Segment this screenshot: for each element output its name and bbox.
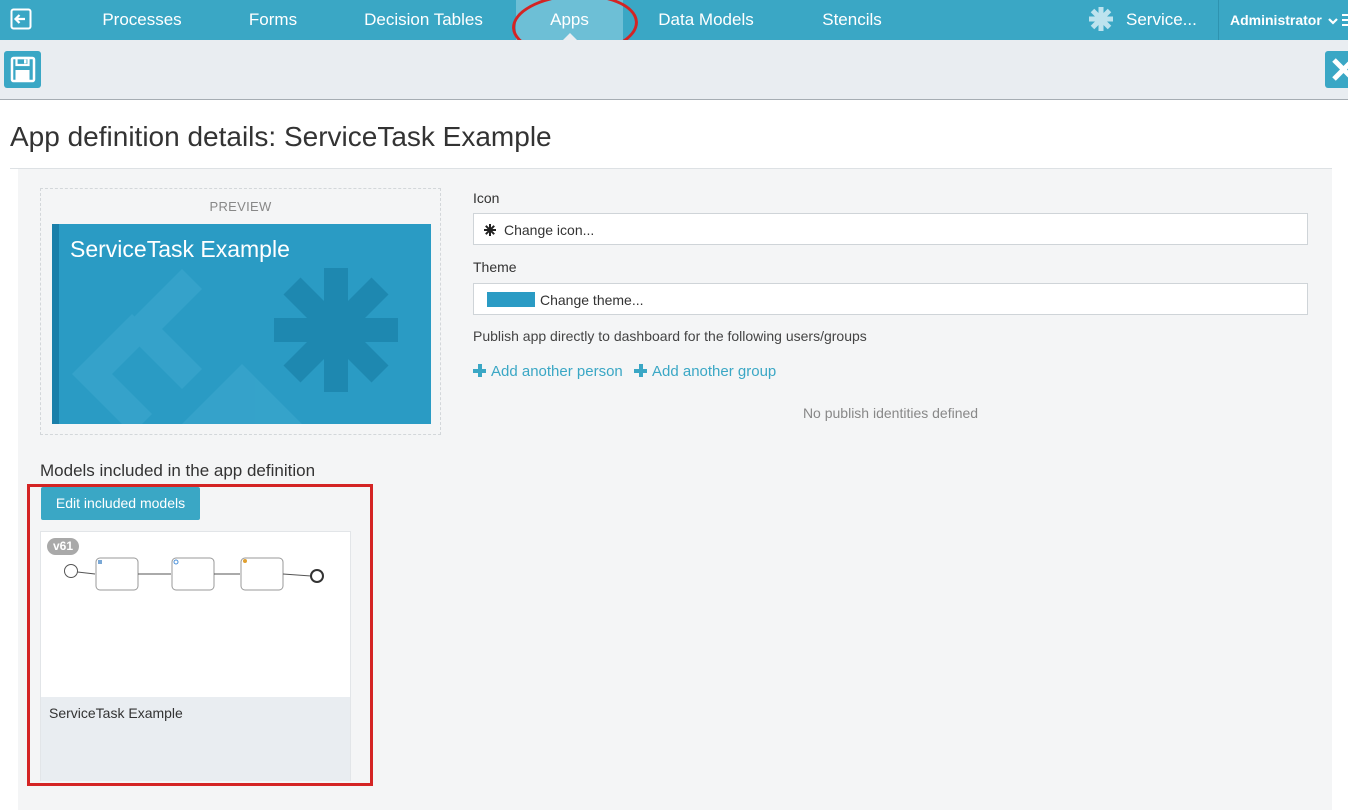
logout-icon[interactable] [10, 8, 32, 30]
nav-forms[interactable]: Forms [233, 0, 313, 40]
toolbar [0, 40, 1348, 100]
add-group-label: Add another group [652, 363, 777, 380]
top-nav: Processes Forms Decision Tables Apps Dat… [0, 0, 1348, 41]
nav-stencils[interactable]: Stencils [810, 0, 894, 40]
nav-decision-tables-label: Decision Tables [364, 10, 483, 29]
close-button[interactable] [1325, 51, 1348, 88]
preview-label: PREVIEW [209, 199, 272, 214]
add-person-link[interactable]: Add another person [473, 362, 623, 382]
close-icon [1332, 58, 1348, 81]
no-identities-message: No publish identities defined [802, 405, 979, 421]
nav-processes[interactable]: Processes [92, 0, 192, 40]
asterisk-icon [484, 224, 496, 236]
user-name: Administrator [1230, 12, 1322, 28]
annotation-rectangle [27, 484, 373, 786]
save-button[interactable] [4, 51, 41, 88]
icon-label: Icon [473, 190, 500, 206]
change-icon-button[interactable]: Change icon... [473, 213, 1308, 245]
change-theme-button[interactable]: Change theme... [473, 283, 1308, 315]
nav-data-models[interactable]: Data Models [646, 0, 766, 40]
nav-decision-tables[interactable]: Decision Tables [352, 0, 495, 40]
nav-divider [1218, 0, 1219, 40]
plus-icon [473, 364, 486, 377]
add-group-link[interactable]: Add another group [634, 362, 776, 382]
nav-stencils-label: Stencils [822, 10, 882, 29]
current-app-name[interactable]: Service... [1126, 0, 1197, 40]
plus-icon [634, 364, 647, 377]
nav-processes-label: Processes [102, 10, 182, 29]
publish-description: Publish app directly to dashboard for th… [473, 328, 867, 344]
models-heading: Models included in the app definition [40, 461, 316, 480]
change-icon-label: Change icon... [504, 222, 595, 238]
change-theme-label: Change theme... [540, 292, 644, 308]
add-person-label: Add another person [491, 363, 623, 380]
app-preview-tile: ServiceTask Example [52, 224, 431, 424]
theme-label: Theme [473, 259, 517, 275]
preview-box: PREVIEW ServiceTask Example [40, 188, 441, 435]
page-title: App definition details: ServiceTask Exam… [10, 121, 552, 152]
save-icon [10, 56, 36, 83]
nav-data-models-label: Data Models [658, 10, 754, 29]
user-menu[interactable]: Administrator [1230, 0, 1338, 40]
hamburger-icon[interactable] [1340, 14, 1348, 26]
app-tile-title: ServiceTask Example [70, 236, 290, 262]
app-tile-stripe [52, 224, 59, 424]
nav-forms-label: Forms [248, 10, 298, 29]
chevron-down-icon [1327, 18, 1338, 25]
asterisk-icon [1089, 7, 1113, 31]
theme-swatch [487, 292, 535, 307]
